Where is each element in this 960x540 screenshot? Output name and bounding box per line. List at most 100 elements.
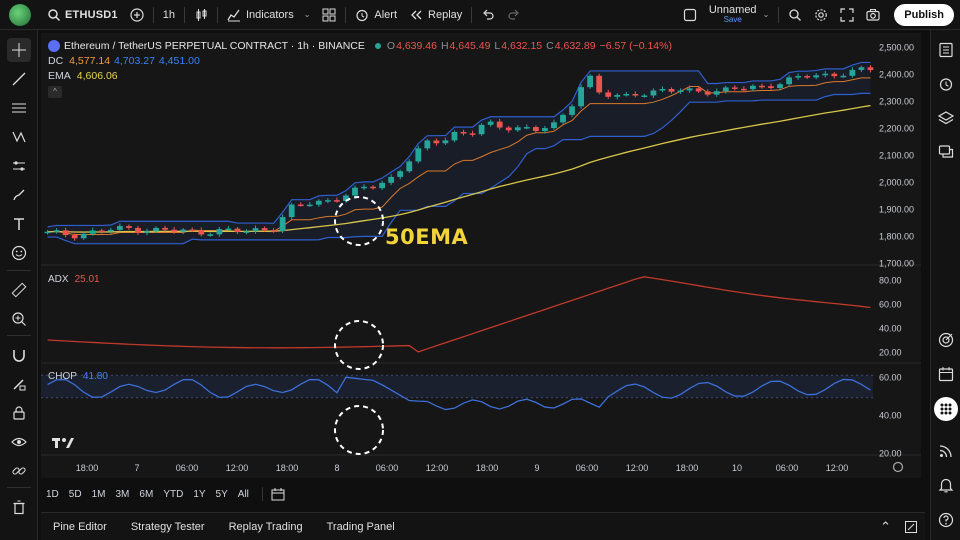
alert-label: Alert xyxy=(374,8,398,21)
range-1d[interactable]: 1D xyxy=(41,489,64,500)
range-ytd[interactable]: YTD xyxy=(158,489,188,500)
range-all[interactable]: All xyxy=(233,489,254,500)
chart-svg[interactable]: 2,500.00 2,400.00 2,300.00 2,200.00 2,100.00… xyxy=(41,33,921,478)
candle-body xyxy=(551,122,557,129)
candle-body xyxy=(107,229,114,232)
range-1m[interactable]: 1M xyxy=(87,489,111,500)
time-axis-label: 12:00 xyxy=(626,463,649,473)
ethereum-logo-icon xyxy=(48,39,60,52)
hide-drawings-tool[interactable] xyxy=(7,430,31,454)
range-3m[interactable]: 3M xyxy=(111,489,135,500)
alert-button[interactable]: Alert xyxy=(349,4,403,26)
replay-button[interactable]: Replay xyxy=(403,4,468,26)
panel-tab-strategy-tester[interactable]: Strategy Tester xyxy=(119,521,217,533)
delete-drawings-tool[interactable] xyxy=(7,495,31,519)
interval-button[interactable]: 1h xyxy=(157,4,181,26)
candle-body xyxy=(523,127,530,129)
user-avatar[interactable] xyxy=(9,3,31,26)
lock-tool[interactable] xyxy=(7,401,31,425)
bottom-panel-bar: Pine Editor Strategy Tester Replay Trading… xyxy=(41,512,925,540)
adx-axis-label: 80.00 xyxy=(879,276,902,286)
adx-legend[interactable]: ADX 25.01 xyxy=(48,274,100,285)
layout-name-button[interactable]: Unnamed Save ⌄ xyxy=(677,4,775,26)
candle-body xyxy=(44,231,51,234)
candle-body xyxy=(451,131,458,141)
ema-legend-row[interactable]: EMA 4,606.06 xyxy=(48,68,672,83)
fib-tool[interactable] xyxy=(7,96,31,120)
alerts-panel-button[interactable] xyxy=(934,72,958,96)
divider xyxy=(184,6,185,23)
help-button[interactable] xyxy=(934,508,958,532)
range-1y[interactable]: 1Y xyxy=(188,489,210,500)
candle-body xyxy=(849,69,856,76)
chart-type-button[interactable] xyxy=(188,4,214,26)
range-6m[interactable]: 6M xyxy=(134,489,158,500)
candle-body xyxy=(415,148,422,162)
calendar-button[interactable] xyxy=(934,362,958,386)
publish-button[interactable]: Publish xyxy=(894,3,954,26)
snapshot-button[interactable] xyxy=(860,4,886,26)
text-tool[interactable] xyxy=(7,212,31,236)
candle-body xyxy=(189,229,196,232)
watchlist-button[interactable] xyxy=(934,38,958,62)
candle-body xyxy=(867,67,874,71)
streams-button[interactable] xyxy=(934,439,958,463)
redo-button[interactable] xyxy=(501,4,527,26)
change-value: −6.57 (−0.14%) xyxy=(599,39,672,52)
candle-body xyxy=(225,228,232,231)
adx-value: 25.01 xyxy=(74,274,100,285)
dc-legend-row[interactable]: DC 4,577.14 4,703.27 4,451.00 xyxy=(48,53,672,68)
close-label: C xyxy=(546,39,554,52)
object-tree-button[interactable] xyxy=(934,106,958,130)
help-circle-icon xyxy=(938,512,954,528)
dc-label: DC xyxy=(48,54,64,67)
candle-body xyxy=(406,161,413,172)
layouts-button[interactable] xyxy=(316,4,342,26)
collapse-panel-icon[interactable]: ⌃ xyxy=(880,519,891,535)
trend-line-icon xyxy=(12,72,26,86)
pattern-tool[interactable] xyxy=(7,125,31,149)
chats-button[interactable] xyxy=(934,140,958,164)
symbol-legend-row[interactable]: Ethereum / TetherUS PERPETUAL CONTRACT ·… xyxy=(48,38,672,53)
undo-button[interactable] xyxy=(475,4,501,26)
range-5d[interactable]: 5D xyxy=(64,489,87,500)
settings-button[interactable] xyxy=(808,4,834,26)
panel-tab-pine-editor[interactable]: Pine Editor xyxy=(41,521,119,533)
symbol-title: Ethereum / TetherUS PERPETUAL CONTRACT ·… xyxy=(64,39,365,52)
trend-line-tool[interactable] xyxy=(7,67,31,91)
candle-body xyxy=(71,235,78,239)
crosshair-tool[interactable] xyxy=(7,38,31,62)
quick-search-button[interactable] xyxy=(782,4,808,26)
indicators-button[interactable]: Indicators ⌄ xyxy=(221,4,316,26)
range-5y[interactable]: 5Y xyxy=(211,489,233,500)
chevron-down-icon: ⌄ xyxy=(303,10,311,19)
compare-symbol-button[interactable] xyxy=(124,4,150,26)
fullscreen-button[interactable] xyxy=(834,4,860,26)
ideas-button[interactable] xyxy=(934,328,958,352)
rewind-icon xyxy=(411,10,422,19)
symbol-search[interactable]: ETHUSD1 xyxy=(41,4,124,26)
link-tool[interactable] xyxy=(7,459,31,483)
candle-body xyxy=(704,91,711,95)
candle-body xyxy=(722,87,729,92)
smiley-icon xyxy=(11,245,27,261)
notifications-button[interactable] xyxy=(934,473,958,497)
chop-legend[interactable]: CHOP 41.80 xyxy=(48,371,108,382)
lock-drawings-tool[interactable] xyxy=(7,372,31,396)
candle-body xyxy=(731,87,738,89)
maximize-panel-icon[interactable] xyxy=(905,520,917,533)
time-axis-label: 06:00 xyxy=(776,463,799,473)
forecast-tool[interactable] xyxy=(7,154,31,178)
panel-tab-replay-trading[interactable]: Replay Trading xyxy=(217,521,315,533)
panel-tab-trading-panel[interactable]: Trading Panel xyxy=(315,521,407,533)
date-range-icon[interactable] xyxy=(271,487,285,501)
emoji-tool[interactable] xyxy=(7,241,31,265)
chart-canvas[interactable]: 2,500.00 2,400.00 2,300.00 2,200.00 2,100.00… xyxy=(41,33,921,478)
collapse-legend-button[interactable]: ^ xyxy=(48,85,62,98)
magnet-tool[interactable] xyxy=(7,343,31,367)
products-button[interactable] xyxy=(934,397,958,421)
measure-tool[interactable] xyxy=(7,278,31,302)
zoom-tool[interactable] xyxy=(7,307,31,331)
open-value: 4,639.46 xyxy=(396,39,437,52)
brush-tool[interactable] xyxy=(7,183,31,207)
